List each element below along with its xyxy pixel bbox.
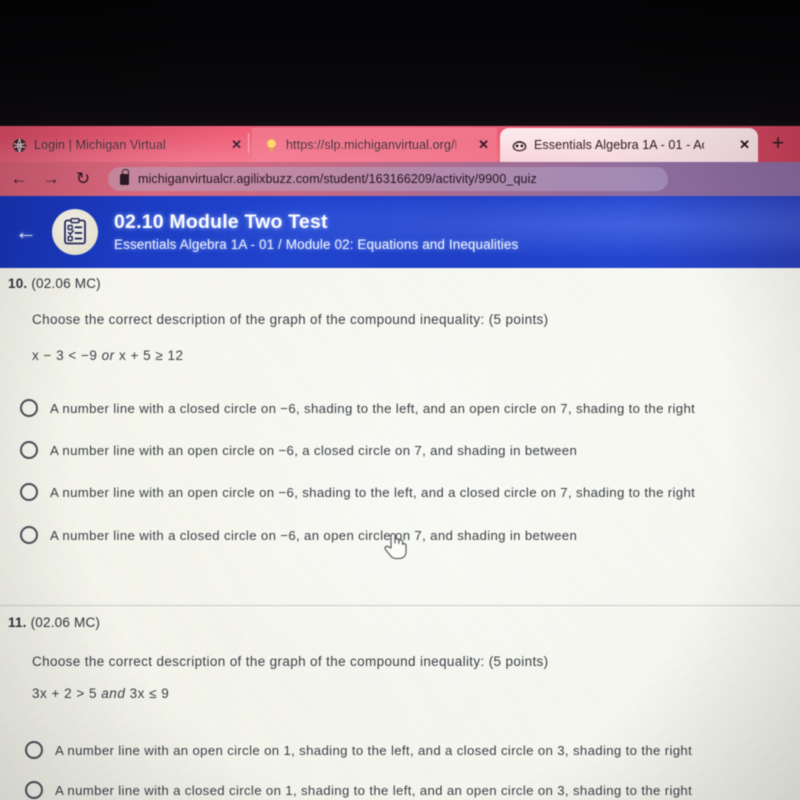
screen-photo: Login | Michigan Virtual ✕ https://slp.m…	[0, 0, 800, 800]
question-11-option-1[interactable]: A number line with an open circle on 1, …	[25, 741, 692, 759]
question-11-number: 11. (02.06 MC)	[8, 615, 100, 630]
bulb-icon	[267, 138, 276, 151]
q11-expr-post: 3x ≤ 9	[125, 686, 170, 701]
address-bar[interactable]: michiganvirtualcr.agilixbuzz.com/student…	[108, 167, 668, 191]
globe-icon	[12, 138, 27, 152]
question-11-option-2[interactable]: A number line with a closed circle on 1,…	[25, 781, 692, 799]
question-11-prompt: Choose the correct description of the gr…	[32, 654, 549, 669]
radio-button-icon[interactable]	[20, 441, 38, 459]
question-11-index: 11.	[8, 615, 27, 630]
tab-separator	[248, 133, 249, 153]
header-back-arrow-icon[interactable]: ←	[0, 221, 52, 243]
option-label: A number line with an open circle on 1, …	[55, 742, 693, 758]
browser-tab-1-close-icon[interactable]: ✕	[225, 137, 242, 153]
browser-tab-1-title: Login | Michigan Virtual	[34, 138, 166, 152]
back-nav-icon[interactable]: ←	[6, 166, 32, 192]
browser-tab-2[interactable]: https://slp.michiganvirtual.org/Fl ✕	[252, 128, 497, 162]
question-10-option-1[interactable]: A number line with a closed circle on −6…	[20, 399, 695, 417]
monitor-bezel	[0, 0, 800, 126]
radio-button-icon[interactable]	[25, 781, 43, 799]
question-10-expression: x − 3 < −9 or x + 5 ≥ 12	[32, 348, 184, 363]
question-10-option-4[interactable]: A number line with a closed circle on −6…	[20, 526, 577, 544]
option-label: A number line with an open circle on −6,…	[50, 484, 696, 500]
course-header-text: 02.10 Module Two Test Essentials Algebra…	[114, 210, 518, 254]
browser-tab-3-close-icon[interactable]: ✕	[733, 137, 750, 153]
browser-toolbar: ← → ↻ michiganvirtualcr.agilixbuzz.com/s…	[0, 162, 800, 196]
q10-expr-post: x + 5 ≥ 12	[114, 348, 184, 363]
question-10-code: (02.06 MC)	[31, 276, 101, 291]
breadcrumb: Essentials Algebra 1A - 01 / Module 02: …	[114, 237, 519, 253]
question-10-option-2[interactable]: A number line with an open circle on −6,…	[20, 441, 577, 459]
browser-tab-strip: Login | Michigan Virtual ✕ https://slp.m…	[0, 126, 800, 162]
new-tab-button[interactable]: +	[765, 132, 791, 158]
pointer-hand-cursor	[382, 529, 408, 561]
question-separator	[0, 605, 800, 606]
option-label: A number line with an open circle on −6,…	[50, 442, 578, 458]
question-10-prompt: Choose the correct description of the gr…	[32, 312, 549, 327]
question-11-code: (02.06 MC)	[30, 615, 101, 630]
option-label: A number line with a closed circle on 1,…	[55, 782, 693, 798]
quiz-clipboard-icon	[52, 209, 98, 255]
question-11-expression: 3x + 2 > 5 and 3x ≤ 9	[32, 686, 169, 701]
radio-button-icon[interactable]	[25, 741, 43, 759]
course-header: ← 02.10 Module Two Test Essentials Algeb…	[0, 196, 800, 268]
address-bar-url: michiganvirtualcr.agilixbuzz.com/student…	[138, 172, 537, 186]
browser-tab-1[interactable]: Login | Michigan Virtual ✕	[0, 128, 250, 162]
q10-expr-conj: or	[101, 348, 115, 363]
question-10-index: 10.	[8, 276, 28, 291]
option-label: A number line with a closed circle on −6…	[50, 400, 696, 416]
forward-nav-icon[interactable]: →	[38, 166, 64, 192]
browser-tab-2-title: https://slp.michiganvirtual.org/Fl	[286, 138, 456, 152]
browser-tab-2-close-icon[interactable]: ✕	[472, 137, 489, 153]
radio-button-icon[interactable]	[20, 483, 38, 501]
reload-icon[interactable]: ↻	[70, 166, 96, 192]
option-label: A number line with a closed circle on −6…	[50, 527, 578, 543]
radio-button-icon[interactable]	[20, 399, 38, 417]
q10-expr-pre: x − 3 < −9	[32, 348, 102, 363]
q11-expr-conj: and	[101, 686, 126, 701]
browser-tab-3-active[interactable]: Essentials Algebra 1A - 01 - Activi ✕	[500, 128, 758, 162]
q11-expr-pre: 3x + 2 > 5	[32, 686, 102, 701]
page-title: 02.10 Module Two Test	[114, 211, 328, 234]
browser-tab-3-title: Essentials Algebra 1A - 01 - Activi	[534, 138, 704, 152]
owl-icon	[512, 140, 527, 151]
lock-icon	[120, 169, 130, 185]
radio-button-icon[interactable]	[20, 526, 38, 544]
question-10-number: 10. (02.06 MC)	[8, 276, 101, 291]
question-10-option-3[interactable]: A number line with an open circle on −6,…	[20, 483, 695, 501]
